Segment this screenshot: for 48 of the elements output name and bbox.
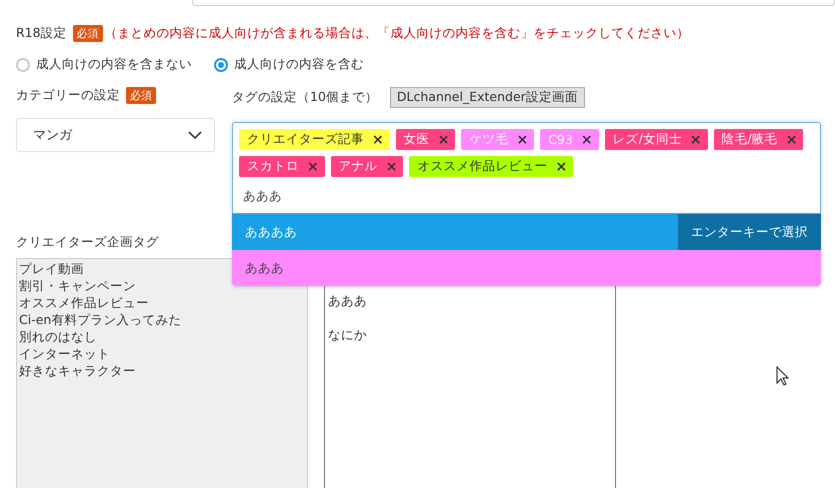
list-item[interactable]: Ci-en有料プラン入ってみた bbox=[19, 311, 182, 328]
tag-input-field[interactable]: クリエイターズ記事 × 女医 × ケツ毛 × C93 × レズ/女同士 × 陰毛/腋毛 × スカトロ × アナル × オススメ作品レビュー × あああ bbox=[232, 122, 821, 214]
remove-tag-button[interactable]: × bbox=[516, 132, 528, 148]
r18-note: （まとめの内容に成人向けが含まれる場合は、「成人向けの内容を含む」をチェックしてください） bbox=[104, 25, 690, 42]
tag-label: オススメ作品レビュー bbox=[417, 158, 548, 175]
suggestion-label: あああ bbox=[245, 260, 284, 276]
required-badge: 必須 bbox=[72, 25, 103, 42]
remove-tag-button[interactable]: × bbox=[786, 132, 798, 148]
list-item[interactable]: 割引・キャンペーン bbox=[19, 277, 136, 294]
list-item[interactable]: プレイ動画 bbox=[19, 260, 84, 277]
required-badge: 必須 bbox=[126, 87, 156, 104]
creators-tags-label: クリエイターズ企画タグ bbox=[16, 234, 159, 249]
text-area[interactable]: あああ なにか bbox=[324, 258, 616, 488]
tag-label: ケツ毛 bbox=[469, 131, 508, 148]
suggestion-label: ああああ bbox=[245, 224, 297, 240]
tag-label: スカトロ bbox=[247, 158, 299, 175]
remove-tag-button[interactable]: × bbox=[438, 132, 450, 148]
settings-button[interactable]: DLchannel_Extender設定画面 bbox=[390, 87, 585, 108]
text-line: なにか bbox=[328, 326, 367, 343]
remove-tag-button[interactable]: × bbox=[307, 158, 319, 174]
list-item[interactable]: インターネット bbox=[19, 345, 110, 362]
tag-label: 陰毛/腋毛 bbox=[722, 131, 778, 148]
remove-tag-button[interactable]: × bbox=[386, 158, 398, 174]
remove-tag-button[interactable]: × bbox=[580, 132, 593, 148]
text-line: あああ bbox=[328, 292, 367, 309]
radio-option[interactable]: 成人向けの内容を含まない bbox=[16, 56, 192, 73]
suggestion-item[interactable]: あああ bbox=[232, 250, 821, 286]
tag-label: 女医 bbox=[404, 131, 430, 148]
remove-tag-button[interactable]: × bbox=[372, 132, 384, 148]
list-item[interactable]: オススメ作品レビュー bbox=[19, 294, 149, 311]
tag-label: C93 bbox=[548, 132, 573, 147]
tag-label: レズ/女同士 bbox=[612, 131, 682, 148]
list-item[interactable]: 別れのはなし bbox=[19, 328, 97, 345]
typed-text: あああ bbox=[242, 187, 283, 205]
category-select[interactable]: マンガ bbox=[16, 118, 215, 152]
tags-label: タグの設定（10個まで） bbox=[232, 89, 378, 106]
suggestion-item[interactable]: ああああ エンターキーで選択 bbox=[232, 214, 821, 250]
enter-hint: エンターキーで選択 bbox=[678, 214, 821, 250]
tag-label: クリエイターズ記事 bbox=[247, 131, 364, 148]
chevron-icon bbox=[188, 131, 202, 139]
list-item[interactable]: 好きなキャラクター bbox=[19, 362, 136, 379]
radio-option[interactable]: 成人向けの内容を含む bbox=[214, 56, 364, 73]
remove-tag-button[interactable]: × bbox=[555, 158, 568, 174]
tag-label: アナル bbox=[338, 158, 378, 175]
category-label: カテゴリーの設定 bbox=[16, 87, 120, 104]
remove-tag-button[interactable]: × bbox=[690, 132, 702, 148]
mouse-pointer-icon bbox=[776, 366, 790, 386]
r18-label: R18設定 bbox=[16, 25, 67, 42]
